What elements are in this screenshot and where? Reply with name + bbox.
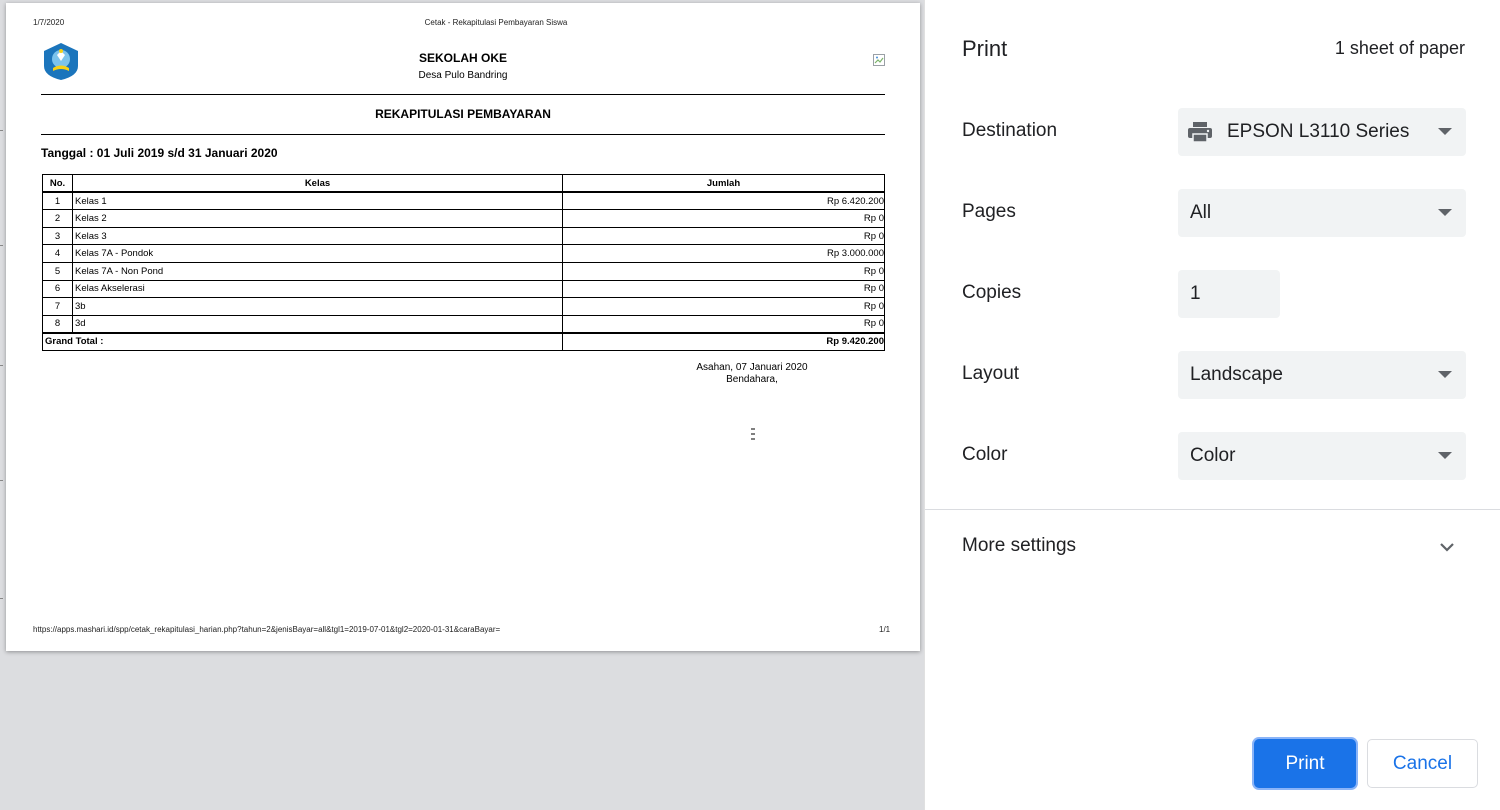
layout-label: Layout [962, 363, 1020, 384]
table-row: 6 Kelas Akselerasi Rp 0 [42, 279, 885, 299]
page-footer-number: 1/1 [879, 625, 891, 634]
row-kelas: Kelas 1 [72, 191, 563, 211]
column-header-no: No. [42, 174, 73, 194]
sheet-count: 1 sheet of paper [1334, 38, 1465, 58]
color-value: Color [1190, 445, 1236, 466]
school-address: Desa Pulo Bandring [418, 70, 508, 81]
table-row: 4 Kelas 7A - Pondok Rp 3.000.000 [42, 244, 885, 263]
printer-icon [1188, 122, 1212, 143]
destination-label: Destination [962, 120, 1058, 141]
pages-label: Pages [962, 201, 1016, 222]
chevron-down-icon[interactable] [1438, 540, 1456, 554]
page-edge-tick [0, 480, 3, 481]
row-jumlah: Rp 0 [562, 297, 885, 316]
row-jumlah: Rp 0 [562, 314, 885, 334]
row-jumlah: Rp 0 [562, 226, 885, 246]
divider-line [41, 94, 885, 95]
more-settings-toggle[interactable]: More settings [962, 535, 1076, 557]
recap-table: No. Kelas Jumlah 1 Kelas 1 Rp 6.420.200 … [42, 174, 885, 351]
report-title: REKAPITULASI PEMBAYARAN [375, 107, 551, 121]
panel-divider [925, 509, 1500, 510]
dropdown-arrow-icon [1438, 209, 1452, 216]
grand-total-row: Grand Total : Rp 9.420.200 [42, 331, 885, 351]
color-label: Color [962, 444, 1008, 465]
page-edge-tick [0, 365, 3, 366]
row-no: 1 [42, 191, 73, 211]
row-jumlah: Rp 6.420.200 [562, 191, 885, 211]
copies-input[interactable]: 1 [1178, 270, 1280, 318]
table-header-row: No. Kelas Jumlah [42, 174, 885, 194]
page-header-title: Cetak - Rekapitulasi Pembayaran Siswa [424, 18, 568, 27]
grand-total-label: Grand Total : [42, 331, 563, 351]
print-button[interactable]: Print [1254, 739, 1356, 788]
page-footer-url: https://apps.mashari.id/spp/cetak_rekapi… [33, 625, 501, 634]
row-jumlah: Rp 0 [562, 261, 885, 281]
row-jumlah: Rp 3.000.000 [562, 244, 885, 263]
row-jumlah: Rp 0 [562, 209, 885, 228]
signature-mark [751, 428, 755, 440]
destination-select[interactable]: EPSON L3110 Series [1178, 108, 1466, 156]
date-range: Tanggal : 01 Juli 2019 s/d 31 Januari 20… [41, 146, 278, 160]
dropdown-arrow-icon [1438, 452, 1452, 459]
dropdown-arrow-icon [1438, 128, 1452, 135]
row-no: 6 [42, 279, 73, 299]
column-header-kelas: Kelas [72, 174, 563, 194]
row-no: 5 [42, 261, 73, 281]
row-jumlah: Rp 0 [562, 279, 885, 299]
row-kelas: Kelas 7A - Non Pond [72, 261, 563, 281]
row-no: 3 [42, 226, 73, 246]
pages-value: All [1190, 202, 1212, 223]
page-edge-tick [0, 598, 3, 599]
panel-title: Print [962, 36, 1008, 61]
page-edge-tick [0, 245, 3, 246]
signature-place-date: Asahan, 07 Januari 2020 [696, 362, 808, 373]
signature-role: Bendahara, [726, 374, 778, 385]
preview-page: 1/7/2020 Cetak - Rekapitulasi Pembayaran… [6, 3, 920, 651]
table-row: 1 Kelas 1 Rp 6.420.200 [42, 191, 885, 211]
row-no: 4 [42, 244, 73, 263]
row-kelas: 3d [72, 314, 563, 334]
layout-select[interactable]: Landscape [1178, 351, 1466, 399]
copies-value: 1 [1190, 283, 1201, 304]
color-select[interactable]: Color [1178, 432, 1466, 480]
row-kelas: Kelas 3 [72, 226, 563, 246]
row-kelas: Kelas 2 [72, 209, 563, 228]
row-kelas: 3b [72, 297, 563, 316]
row-no: 7 [42, 297, 73, 316]
dropdown-arrow-icon [1438, 371, 1452, 378]
cancel-button[interactable]: Cancel [1367, 739, 1478, 788]
destination-value: EPSON L3110 Series [1227, 121, 1410, 142]
table-row: 2 Kelas 2 Rp 0 [42, 209, 885, 228]
row-kelas: Kelas 7A - Pondok [72, 244, 563, 263]
row-no: 2 [42, 209, 73, 228]
layout-value: Landscape [1190, 364, 1283, 385]
table-row: 8 3d Rp 0 [42, 314, 885, 334]
column-header-jumlah: Jumlah [562, 174, 885, 194]
row-kelas: Kelas Akselerasi [72, 279, 563, 299]
page-edge-tick [0, 130, 3, 131]
table-row: 3 Kelas 3 Rp 0 [42, 226, 885, 246]
table-row: 5 Kelas 7A - Non Pond Rp 0 [42, 261, 885, 281]
table-row: 7 3b Rp 0 [42, 297, 885, 316]
pages-select[interactable]: All [1178, 189, 1466, 237]
print-preview-area: 1/7/2020 Cetak - Rekapitulasi Pembayaran… [0, 0, 924, 810]
school-name: SEKOLAH OKE [418, 51, 507, 65]
grand-total-value: Rp 9.420.200 [562, 331, 885, 351]
row-no: 8 [42, 314, 73, 334]
print-settings-panel: Print 1 sheet of paper Destination EPSON… [924, 0, 1500, 810]
copies-label: Copies [962, 282, 1022, 303]
divider-line [41, 134, 885, 135]
